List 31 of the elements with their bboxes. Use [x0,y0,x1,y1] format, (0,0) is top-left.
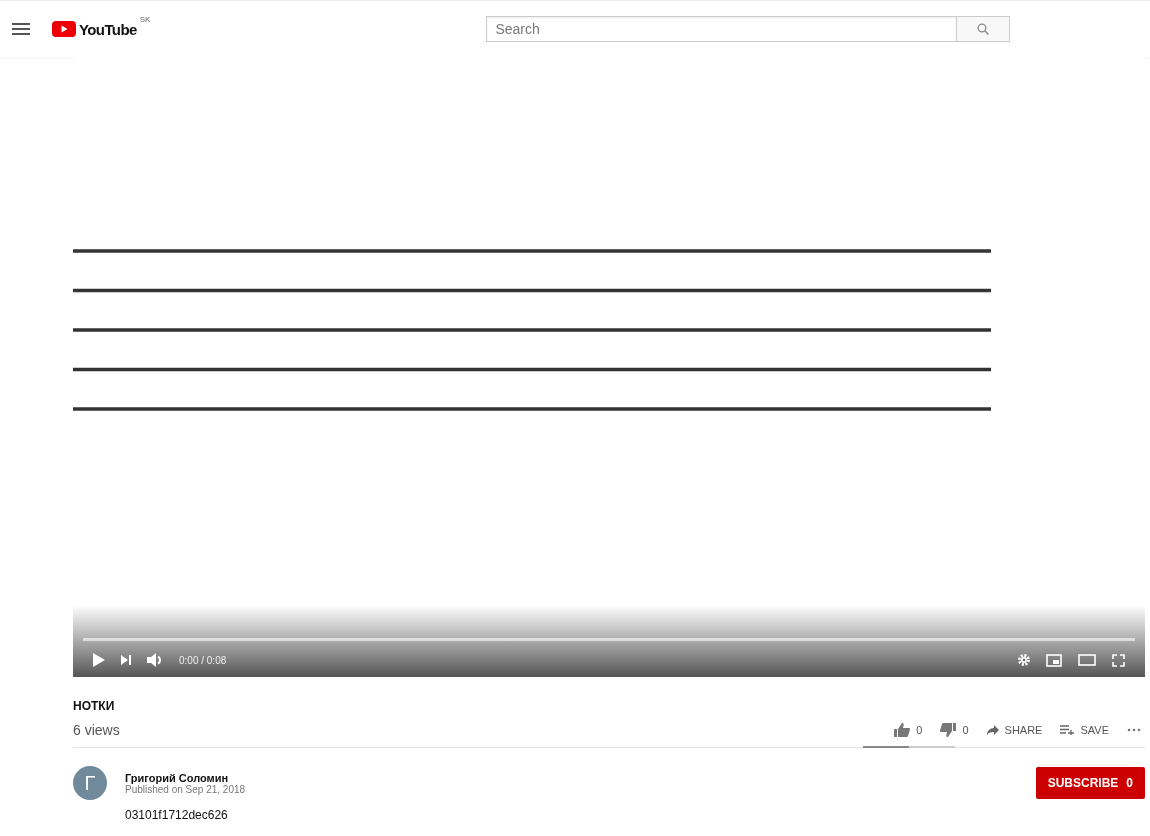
search-icon [977,23,990,35]
subscribe-button[interactable]: SUBSCRIBE 0 [1035,767,1145,799]
logo-text[interactable]: YouTube [79,20,137,38]
volume-icon[interactable] [147,653,163,667]
share-arrow-icon [986,725,999,735]
video-title: НОТКИ [73,699,116,713]
miniplayer-icon[interactable] [1046,653,1062,667]
playlist-add-icon [1060,725,1075,735]
search-field[interactable]: Search [486,16,957,42]
more-icon[interactable] [1127,728,1141,732]
thumbs-down-icon [940,723,957,737]
save-button[interactable]: SAVE [1060,724,1109,736]
channel-avatar[interactable]: Г [73,766,107,800]
share-button[interactable]: SHARE [986,724,1043,736]
progress-track[interactable] [83,638,1135,641]
video-description: 03101f1712dec626 [125,808,229,822]
menu-icon[interactable] [12,22,30,36]
region-code: SK [139,14,151,24]
like-button[interactable]: 0 [894,723,923,737]
publish-date: Published on Sep 21, 2018 [125,783,246,795]
dislike-button[interactable]: 0 [940,723,969,737]
fullscreen-icon[interactable] [1112,653,1125,667]
next-icon[interactable] [121,655,131,665]
thumbs-up-icon [894,723,911,737]
play-icon[interactable] [93,653,105,667]
theater-mode-icon[interactable] [1078,654,1096,666]
channel-name[interactable]: Григорий Соломин [125,771,246,784]
settings-icon[interactable] [1018,654,1030,666]
play-logo-icon [52,21,76,37]
view-count: 6 views [73,722,120,738]
time-display: 0:00 / 0:08 [179,654,227,666]
